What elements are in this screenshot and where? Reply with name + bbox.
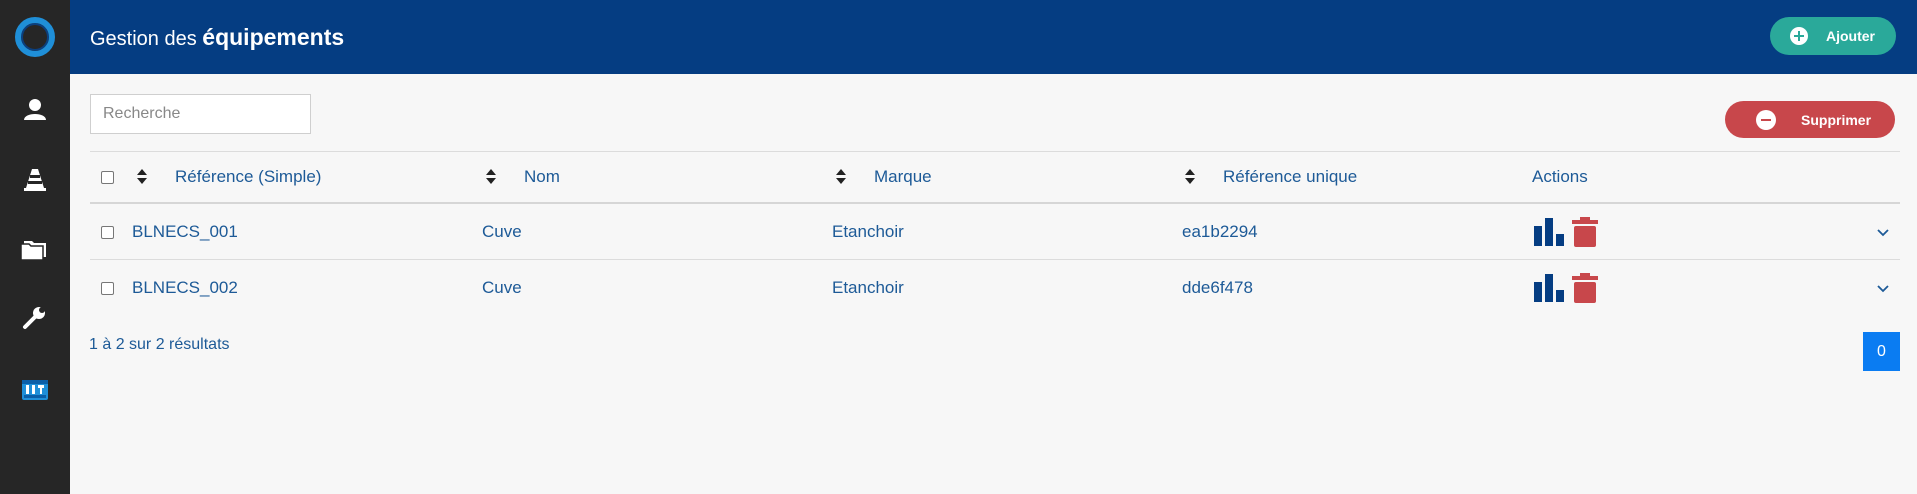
plus-circle-icon [1790, 27, 1808, 45]
cell-ref-unique[interactable]: ea1b2294 [1182, 222, 1258, 242]
column-header-ref-unique[interactable]: Référence unique [1223, 167, 1357, 187]
minus-circle-icon [1756, 110, 1776, 130]
sidebar-item-maintenance[interactable] [17, 300, 53, 336]
sort-icon[interactable] [486, 169, 496, 185]
row-checkbox[interactable] [101, 225, 114, 239]
traffic-cone-icon [24, 169, 46, 191]
bar-chart-icon[interactable] [1534, 218, 1566, 246]
column-header-nom[interactable]: Nom [524, 167, 560, 187]
table-row: BLNECS_002 Cuve Etanchoir dde6f478 [90, 260, 1900, 316]
sidebar [0, 0, 70, 494]
sidebar-item-documents[interactable] [17, 230, 53, 266]
user-icon [24, 99, 46, 120]
delete-button[interactable]: Supprimer [1725, 101, 1895, 138]
add-button-label: Ajouter [1826, 28, 1875, 44]
sort-icon[interactable] [1185, 169, 1195, 185]
table-row: BLNECS_001 Cuve Etanchoir ea1b2294 [90, 204, 1900, 260]
cell-nom[interactable]: Cuve [482, 222, 522, 242]
column-header-marque[interactable]: Marque [874, 167, 932, 187]
sort-icon[interactable] [137, 169, 147, 185]
cell-reference[interactable]: BLNECS_002 [132, 278, 238, 298]
sidebar-item-equipment[interactable] [17, 370, 53, 406]
cell-reference[interactable]: BLNECS_001 [132, 222, 238, 242]
cell-marque[interactable]: Etanchoir [832, 278, 904, 298]
toolbox-icon [22, 380, 48, 400]
folder-icon [20, 241, 46, 261]
page-title: Gestion des équipements [90, 24, 344, 51]
select-all-checkbox[interactable] [101, 171, 114, 184]
add-button[interactable]: Ajouter [1770, 17, 1896, 55]
row-checkbox[interactable] [101, 282, 114, 295]
sidebar-item-sites[interactable] [17, 161, 53, 197]
sort-icon[interactable] [836, 169, 846, 185]
delete-button-label: Supprimer [1801, 112, 1872, 128]
column-header-reference[interactable]: Référence (Simple) [175, 167, 321, 187]
trash-icon[interactable] [1572, 217, 1598, 247]
page-title-bold: équipements [202, 24, 345, 50]
bar-chart-icon[interactable] [1534, 274, 1566, 302]
results-count: 1 à 2 sur 2 résultats [89, 336, 230, 353]
page-title-prefix: Gestion des [90, 28, 197, 50]
table-header: Référence (Simple) Nom Marque Référence … [90, 151, 1900, 204]
wrench-icon [23, 307, 45, 329]
page-header: Gestion des équipements Ajouter [70, 0, 1917, 74]
cell-nom[interactable]: Cuve [482, 278, 522, 298]
chevron-down-icon[interactable] [1875, 224, 1891, 240]
trash-icon[interactable] [1572, 273, 1598, 303]
column-header-actions: Actions [1532, 167, 1588, 186]
app-logo[interactable] [15, 17, 55, 57]
sidebar-item-users[interactable] [17, 91, 53, 127]
chevron-down-icon[interactable] [1875, 280, 1891, 296]
cell-ref-unique[interactable]: dde6f478 [1182, 278, 1253, 298]
page-button[interactable]: 0 [1863, 332, 1900, 371]
cell-marque[interactable]: Etanchoir [832, 222, 904, 242]
search-input[interactable] [90, 94, 311, 134]
